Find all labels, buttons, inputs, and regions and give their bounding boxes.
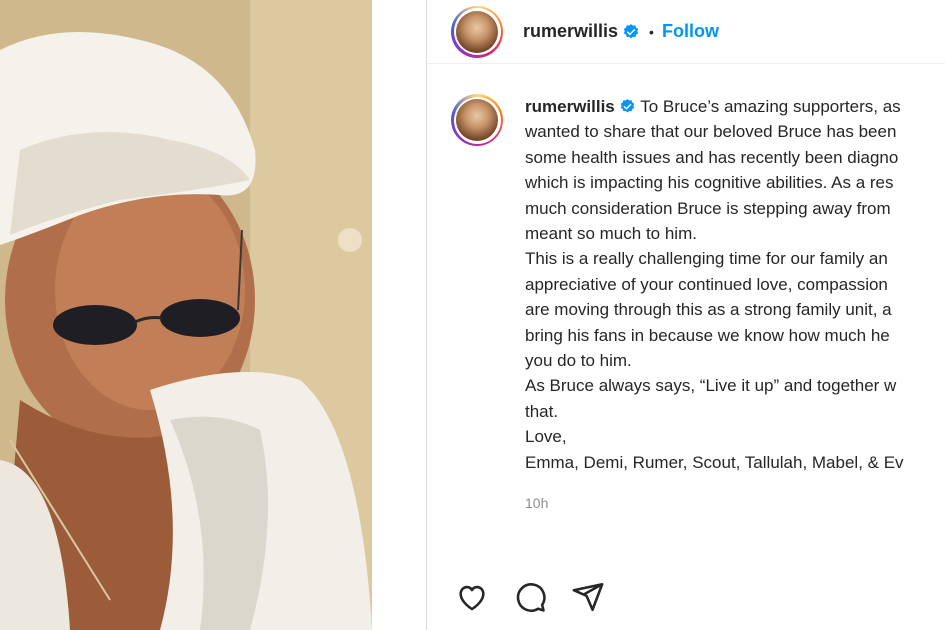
verified-badge-icon: [620, 99, 634, 113]
caption-line: bring his fans in because we know how mu…: [525, 325, 890, 345]
header-username[interactable]: rumerwillis: [523, 21, 618, 42]
post-photo-illustration: [0, 0, 372, 630]
caption-line: Love,: [525, 427, 567, 447]
caption-line: meant so much to him.: [525, 224, 697, 244]
post-photo[interactable]: [0, 0, 372, 630]
caption-line: are moving through this as a strong fami…: [525, 300, 892, 320]
photo-gutter: [372, 0, 426, 630]
caption-line: wanted to share that our beloved Bruce h…: [525, 122, 897, 142]
separator-dot: •: [649, 23, 654, 40]
caption-line: rumerwillis To Bruce’s amazing supporter…: [525, 94, 945, 119]
caption-line: you do to him.: [525, 351, 632, 371]
like-button[interactable]: [453, 578, 491, 616]
caption-line: This is a really challenging time for ou…: [525, 249, 888, 269]
caption-line: Emma, Demi, Rumer, Scout, Tallulah, Mabe…: [525, 452, 904, 472]
caption-text: To Bruce’s amazing supporters, as: [640, 97, 901, 116]
post-panel: rumerwillis • Follow rumerwillis To Bruc…: [426, 0, 945, 630]
avatar-image: [456, 99, 498, 141]
share-button[interactable]: [569, 578, 607, 616]
caption-line: much consideration Bruce is stepping awa…: [525, 198, 891, 218]
follow-button[interactable]: Follow: [662, 21, 719, 42]
caption-username[interactable]: rumerwillis: [525, 97, 615, 116]
share-icon: [572, 582, 604, 612]
caption-line: appreciative of your continued love, com…: [525, 274, 888, 294]
caption-avatar[interactable]: [451, 94, 503, 146]
post-timestamp[interactable]: 10h: [525, 491, 945, 516]
verified-badge-icon: [623, 23, 639, 38]
comment-button[interactable]: [511, 578, 549, 616]
caption-body: rumerwillis To Bruce’s amazing supporter…: [525, 94, 945, 517]
action-bar: [453, 578, 607, 616]
caption-line: which is impacting his cognitive abiliti…: [525, 173, 894, 193]
avatar-image: [456, 10, 498, 53]
post-header: rumerwillis • Follow: [427, 0, 945, 64]
header-avatar[interactable]: [451, 5, 503, 58]
caption-line: that.: [525, 401, 559, 421]
comment-icon: [516, 583, 546, 612]
caption-line: some health issues and has recently been…: [525, 147, 899, 167]
caption-comment: rumerwillis To Bruce’s amazing supporter…: [451, 94, 945, 517]
heart-icon: [459, 585, 485, 611]
caption-line: As Bruce always says, “Live it up” and t…: [525, 376, 897, 396]
